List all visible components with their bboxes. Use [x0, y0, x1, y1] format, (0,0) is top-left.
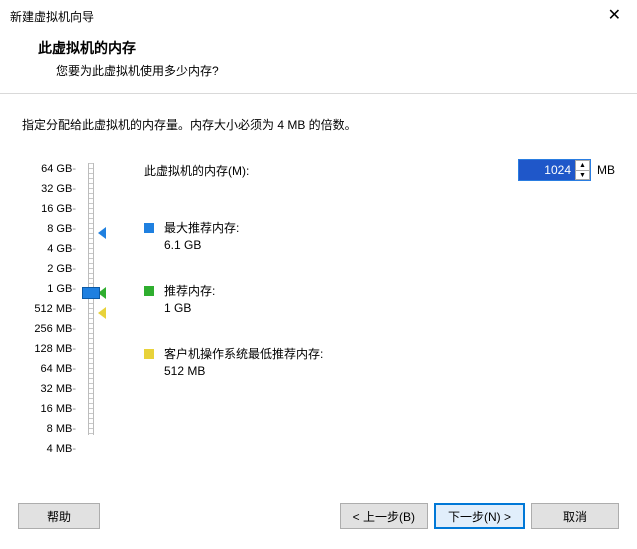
scale-tick: 128 MB - — [22, 339, 82, 359]
scale-tick: 32 MB - — [22, 379, 82, 399]
next-button[interactable]: 下一步(N) > — [434, 503, 525, 529]
rec-label: 推荐内存: — [164, 282, 215, 299]
scale-tick: 16 GB - — [22, 199, 82, 219]
memory-input[interactable] — [519, 160, 575, 180]
scale-tick: 4 GB - — [22, 239, 82, 259]
max-rec-label: 最大推荐内存: — [164, 219, 239, 236]
rec-value: 1 GB — [164, 301, 615, 315]
close-icon[interactable]: ✕ — [602, 8, 627, 24]
window-title: 新建虚拟机向导 — [10, 8, 94, 25]
wizard-footer: 帮助 < 上一步(B) 下一步(N) > 取消 — [0, 490, 637, 549]
scale-tick: 8 MB - — [22, 419, 82, 439]
memory-slider-track[interactable] — [82, 159, 116, 439]
max-recommendation: 最大推荐内存: 6.1 GB — [144, 219, 615, 252]
memory-spin-down-icon[interactable]: ▼ — [576, 170, 590, 180]
scale-tick: 64 MB - — [22, 359, 82, 379]
scale-tick: 512 MB - — [22, 299, 82, 319]
square-green-icon — [144, 286, 154, 296]
min-marker-icon — [98, 307, 106, 319]
memory-unit: MB — [597, 163, 615, 177]
memory-scale: 64 GB -32 GB -16 GB -8 GB -4 GB -2 GB -1… — [22, 159, 82, 459]
min-rec-value: 512 MB — [164, 364, 615, 378]
max-marker-icon — [98, 227, 106, 239]
max-rec-value: 6.1 GB — [164, 238, 615, 252]
scale-tick: 16 MB - — [22, 399, 82, 419]
min-rec-label: 客户机操作系统最低推荐内存: — [164, 345, 323, 362]
scale-tick: 64 GB - — [22, 159, 82, 179]
square-blue-icon — [144, 223, 154, 233]
help-button[interactable]: 帮助 — [18, 503, 100, 529]
back-button[interactable]: < 上一步(B) — [340, 503, 428, 529]
memory-slider-thumb[interactable] — [82, 287, 100, 299]
min-recommendation: 客户机操作系统最低推荐内存: 512 MB — [144, 345, 615, 378]
page-title: 此虚拟机的内存 — [38, 38, 619, 58]
memory-spin-up-icon[interactable]: ▲ — [576, 160, 590, 170]
scale-tick: 256 MB - — [22, 319, 82, 339]
cancel-button[interactable]: 取消 — [531, 503, 619, 529]
memory-input-label: 此虚拟机的内存(M): — [144, 162, 518, 179]
scale-tick: 8 GB - — [22, 219, 82, 239]
square-yellow-icon — [144, 349, 154, 359]
recommended: 推荐内存: 1 GB — [144, 282, 615, 315]
page-subtitle: 您要为此虚拟机使用多少内存? — [56, 62, 619, 79]
description-text: 指定分配给此虚拟机的内存量。内存大小必须为 4 MB 的倍数。 — [22, 116, 615, 133]
scale-tick: 1 GB - — [22, 279, 82, 299]
scale-tick: 32 GB - — [22, 179, 82, 199]
scale-tick: 2 GB - — [22, 259, 82, 279]
wizard-header: 此虚拟机的内存 您要为此虚拟机使用多少内存? — [0, 30, 637, 94]
scale-tick: 4 MB - — [22, 439, 82, 459]
